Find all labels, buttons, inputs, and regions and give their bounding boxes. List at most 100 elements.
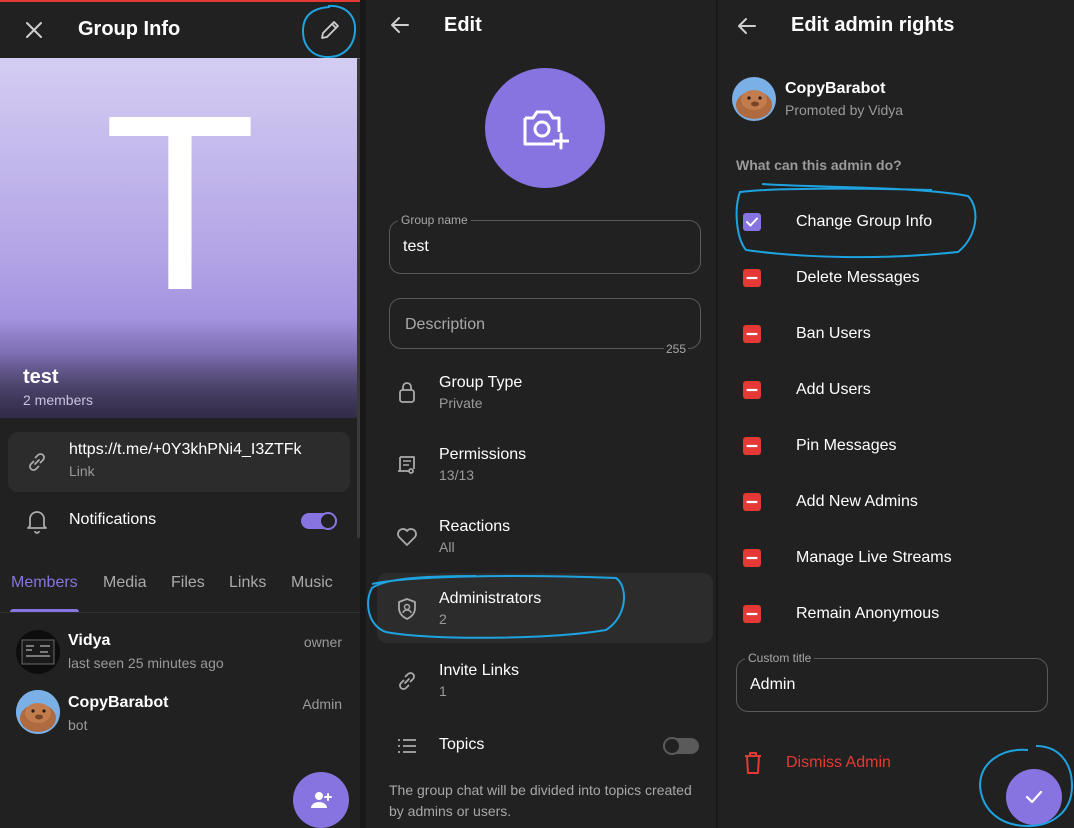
description-field[interactable]: Description (389, 298, 701, 349)
promoted-by: Promoted by Vidya (785, 102, 904, 118)
pencil-icon[interactable] (318, 18, 342, 42)
checkbox-indeterminate[interactable] (743, 437, 761, 455)
member-role: Admin (302, 696, 342, 712)
permissions-icon (395, 454, 419, 476)
member-status: bot (68, 717, 88, 733)
minus-icon (746, 612, 758, 616)
edit-title: Edit (444, 14, 482, 36)
members-count: 2 members (23, 392, 94, 408)
checkbox-indeterminate[interactable] (743, 605, 761, 623)
link-icon (395, 669, 419, 693)
right-row[interactable]: Add Users (718, 376, 1074, 404)
invite-links-title: Invite Links (439, 662, 520, 679)
custom-title-field[interactable]: Custom title Admin (736, 651, 1048, 712)
topics-toggle[interactable] (663, 737, 699, 755)
invite-link-label: Link (69, 463, 95, 479)
right-label: Remain Anonymous (796, 605, 940, 622)
tab-links[interactable]: Links (229, 574, 266, 592)
check-icon (746, 217, 758, 227)
admin-name: CopyBarabot (785, 80, 886, 97)
right-label: Manage Live Streams (796, 549, 952, 566)
permissions-value: 13/13 (439, 467, 475, 483)
description-placeholder: Description (405, 316, 486, 333)
reactions-row[interactable]: Reactions All (366, 514, 716, 562)
group-type-row[interactable]: Group Type Private (366, 370, 716, 418)
checkbox-indeterminate[interactable] (743, 381, 761, 399)
right-row[interactable]: Manage Live Streams (718, 544, 1074, 572)
custom-title-label: Custom title (745, 651, 815, 665)
minus-icon (746, 444, 758, 448)
group-name: test (23, 366, 59, 388)
toggle-knob (319, 512, 337, 530)
invite-link-row[interactable]: https://t.me/+0Y3khPNi4_I3ZTFk Link (8, 432, 350, 492)
link-icon (25, 450, 49, 474)
topics-label: Topics (439, 736, 485, 753)
avatar-letter: T (103, 63, 257, 342)
tab-files[interactable]: Files (171, 574, 205, 592)
list-icon (397, 738, 417, 754)
topics-description: The group chat will be divided into topi… (389, 782, 692, 819)
member-row[interactable]: CopyBarabot bot Admin (0, 688, 360, 740)
edit-panel: Edit Group name test Description 255 Gro… (366, 0, 716, 828)
administrators-row[interactable]: Administrators 2 (366, 586, 716, 634)
group-name-field[interactable]: Group name test (389, 213, 701, 274)
minus-icon (746, 388, 758, 392)
checkbox-indeterminate[interactable] (743, 493, 761, 511)
active-tab-indicator (10, 609, 79, 612)
checkbox-checked[interactable] (743, 213, 761, 231)
checkbox-indeterminate[interactable] (743, 269, 761, 287)
right-row[interactable]: Pin Messages (718, 432, 1074, 460)
rights-section-header: What can this admin do? (736, 157, 902, 173)
close-icon[interactable] (24, 20, 44, 40)
trash-icon (742, 751, 764, 775)
invite-links-row[interactable]: Invite Links 1 (366, 658, 716, 706)
permissions-row[interactable]: Permissions 13/13 (366, 442, 716, 490)
minus-icon (746, 276, 758, 280)
admin-rights-title: Edit admin rights (791, 14, 955, 36)
set-photo-button[interactable] (485, 68, 605, 188)
group-type-title: Group Type (439, 374, 523, 391)
checkbox-indeterminate[interactable] (743, 549, 761, 567)
right-label: Ban Users (796, 325, 871, 342)
checkbox-indeterminate[interactable] (743, 325, 761, 343)
add-user-icon (309, 788, 333, 812)
right-label: Pin Messages (796, 437, 897, 454)
right-label: Change Group Info (796, 213, 933, 230)
back-arrow-icon[interactable] (388, 13, 412, 37)
administrators-value: 2 (439, 611, 447, 627)
member-row[interactable]: Vidya last seen 25 minutes ago owner (0, 626, 360, 678)
invite-link-url: https://t.me/+0Y3khPNi4_I3ZTFk (69, 441, 302, 458)
reactions-value: All (439, 539, 455, 555)
minus-icon (746, 500, 758, 504)
right-row[interactable]: Delete Messages (718, 264, 1074, 292)
group-name-label: Group name (398, 213, 471, 227)
permissions-title: Permissions (439, 446, 527, 463)
tab-members[interactable]: Members (11, 574, 78, 592)
group-info-panel: Group Info T test 2 members https://t.me… (0, 0, 360, 828)
right-row[interactable]: Remain Anonymous (718, 600, 1074, 628)
member-role: owner (303, 634, 342, 650)
member-name: Vidya (68, 632, 111, 649)
right-row[interactable]: Change Group Info (718, 208, 1074, 236)
lock-icon (396, 380, 418, 404)
tab-media[interactable]: Media (103, 574, 147, 592)
right-label: Add Users (796, 381, 871, 398)
member-status: last seen 25 minutes ago (68, 655, 224, 671)
topics-row[interactable]: Topics (366, 730, 716, 764)
custom-title-value: Admin (750, 676, 796, 693)
right-label: Add New Admins (796, 493, 918, 510)
right-row[interactable]: Ban Users (718, 320, 1074, 348)
add-member-button[interactable] (293, 772, 349, 828)
confirm-button[interactable] (1006, 769, 1062, 825)
tab-music[interactable]: Music (291, 574, 333, 592)
media-tabs: Members Media Files Links Music (0, 568, 360, 613)
invite-links-value: 1 (439, 683, 447, 699)
right-row[interactable]: Add New Admins (718, 488, 1074, 516)
notifications-toggle[interactable] (301, 512, 337, 530)
dismiss-admin-button[interactable]: Dismiss Admin (786, 754, 891, 772)
avatar (16, 630, 60, 674)
minus-icon (746, 556, 758, 560)
scrollbar[interactable] (357, 58, 360, 538)
group-avatar-hero: T test 2 members (0, 58, 360, 418)
back-arrow-icon[interactable] (735, 14, 759, 38)
